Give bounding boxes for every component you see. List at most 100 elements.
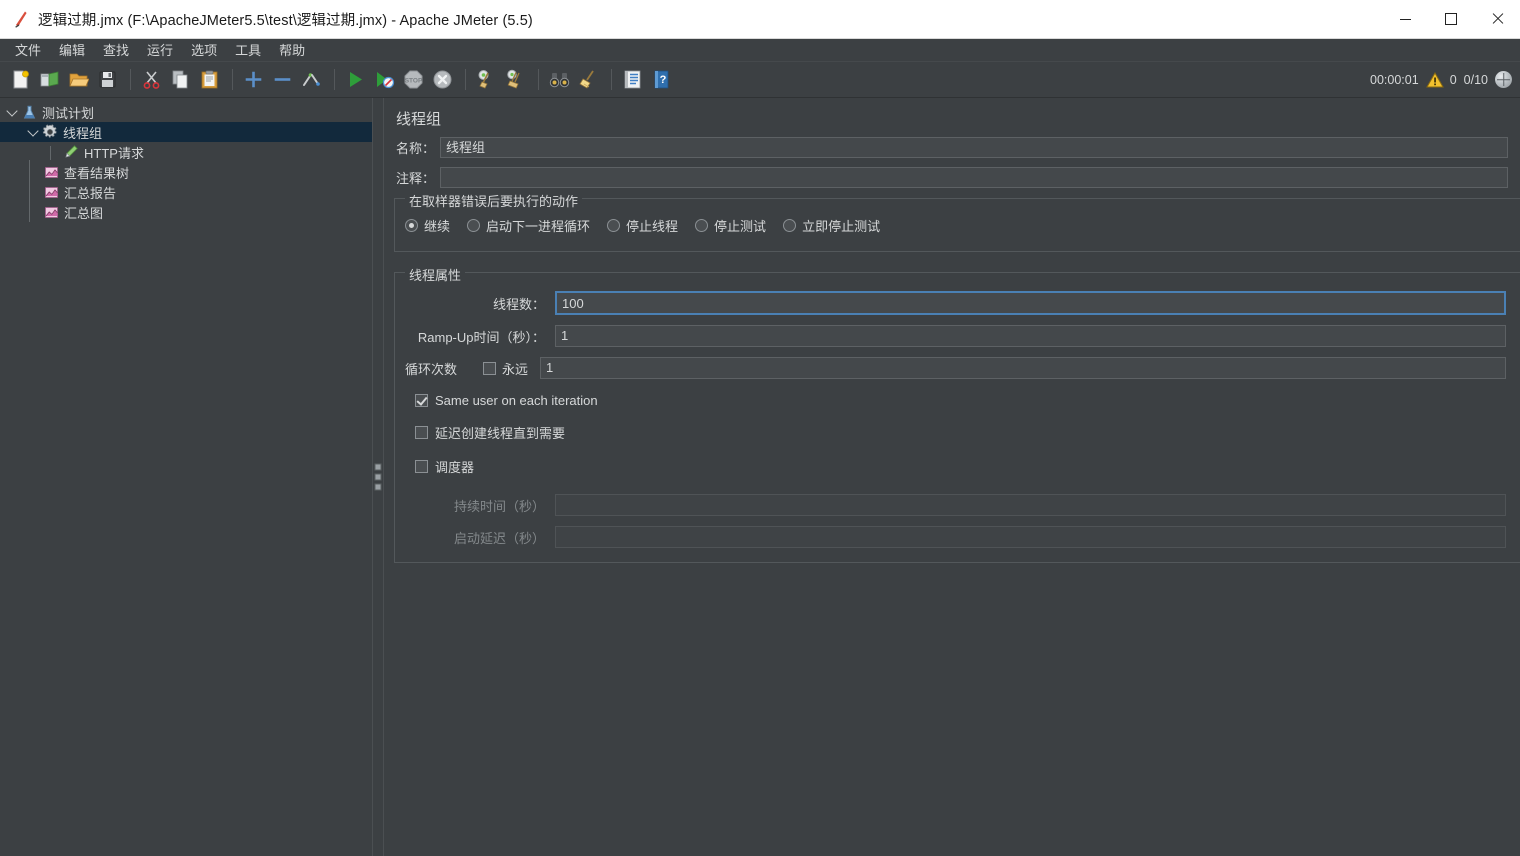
radio-mark <box>783 219 797 232</box>
toggle-enable-icon[interactable] <box>298 66 325 93</box>
comment-input[interactable] <box>440 167 1508 188</box>
tree-node-aggregate-graph[interactable]: 汇总图 <box>0 202 372 222</box>
ramp-up-input[interactable] <box>555 325 1506 347</box>
checkbox-mark <box>483 361 496 375</box>
startup-delay-input <box>555 526 1506 548</box>
scheduler-label: 调度器 <box>435 460 475 475</box>
forever-checkbox[interactable]: 永远 <box>483 359 528 378</box>
thread-count-input[interactable] <box>555 291 1506 315</box>
start-no-pauses-icon[interactable] <box>371 66 398 93</box>
tree-expand-toggle[interactable] <box>4 104 20 120</box>
delayed-start-checkbox[interactable]: 延迟创建线程直到需要 <box>395 423 1520 442</box>
sampler-error-action-title: 在取样器错误后要执行的动作 <box>405 191 583 210</box>
thread-properties-title: 线程属性 <box>405 265 466 284</box>
tree-node-view-results-tree[interactable]: 查看结果树 <box>0 162 372 182</box>
scheduler-checkbox[interactable]: 调度器 <box>395 457 1520 476</box>
close-button[interactable] <box>1474 0 1520 38</box>
reset-search-broom-icon[interactable] <box>575 66 602 93</box>
thread-count-row: 线程数： <box>395 291 1520 315</box>
same-user-label: Same user on each iteration <box>435 393 598 408</box>
tree-node-summary-report[interactable]: 汇总报告 <box>0 182 372 202</box>
listener-chart-icon <box>42 204 60 220</box>
menu-help[interactable]: 帮助 <box>270 38 314 62</box>
checkbox-mark <box>415 394 428 407</box>
function-helper-icon[interactable] <box>619 66 646 93</box>
svg-text:?: ? <box>660 74 667 86</box>
error-count: 0 <box>1449 72 1457 87</box>
clear-broom-icon[interactable] <box>473 66 500 93</box>
stop-icon[interactable]: STOP <box>400 66 427 93</box>
thread-count-label: 线程数： <box>492 296 545 312</box>
search-binoculars-icon[interactable] <box>546 66 573 93</box>
clear-all-broom-icon[interactable] <box>502 66 529 93</box>
open-folder-icon[interactable] <box>65 66 92 93</box>
copy-icon[interactable] <box>167 66 194 93</box>
forever-label: 永远 <box>502 361 529 377</box>
toolbar-status: 00:00:01 0 0/10 <box>1370 71 1520 88</box>
tree-expand-toggle[interactable] <box>25 124 41 140</box>
menu-run[interactable]: 运行 <box>138 38 182 62</box>
thread-group-panel: 线程组 名称： 注释： 在取样器错误后要执行的动作 继续 <box>384 98 1520 856</box>
new-document-icon[interactable] <box>7 66 34 93</box>
radio-label: 继续 <box>424 219 451 234</box>
radio-stop-test-now[interactable]: 立即停止测试 <box>783 216 880 235</box>
same-user-checkbox[interactable]: Same user on each iteration <box>395 393 1520 408</box>
name-input[interactable] <box>440 137 1508 158</box>
tree-node-test-plan[interactable]: 测试计划 <box>0 102 372 122</box>
startup-delay-row: 启动延迟（秒） <box>395 526 1520 548</box>
thread-properties-group: 线程属性 线程数： Ramp-Up时间（秒）： 循环次数 永远 <box>394 265 1520 563</box>
shutdown-icon[interactable] <box>429 66 456 93</box>
radio-stop-thread[interactable]: 停止线程 <box>607 216 678 235</box>
toolbar-separator <box>232 69 233 90</box>
split-divider[interactable] <box>372 98 384 856</box>
checkbox-mark <box>415 426 428 439</box>
listener-chart-icon <box>42 164 60 180</box>
tree-node-thread-group[interactable]: 线程组 <box>0 122 372 142</box>
radio-mark <box>695 219 709 232</box>
split-divider-grip[interactable] <box>374 463 382 491</box>
menu-bar: 文件 编辑 查找 运行 选项 工具 帮助 <box>0 39 1520 62</box>
menu-file[interactable]: 文件 <box>6 38 50 62</box>
radio-label: 启动下一进程循环 <box>486 219 591 234</box>
maximize-button[interactable] <box>1428 0 1474 38</box>
tree-node-label: 汇总报告 <box>64 185 117 201</box>
menu-edit[interactable]: 编辑 <box>50 38 94 62</box>
window-controls <box>1382 0 1520 38</box>
svg-text:STOP: STOP <box>405 78 423 85</box>
expand-plus-icon[interactable] <box>240 66 267 93</box>
thread-group-gear-icon <box>41 124 59 140</box>
toolbar-separator <box>130 69 131 90</box>
title-bar: 逻辑过期.jmx (F:\ApacheJMeter5.5\test\逻辑过期.j… <box>0 0 1520 39</box>
warning-triangle-icon[interactable] <box>1425 72 1444 88</box>
name-row: 名称： <box>394 137 1508 158</box>
tree-node-http-request[interactable]: HTTP请求 <box>0 142 372 162</box>
http-request-pen-icon <box>62 144 80 160</box>
start-play-icon[interactable] <box>342 66 369 93</box>
paste-clipboard-icon[interactable] <box>196 66 223 93</box>
toolbar: STOP ? 00:00:01 0 0/10 <box>0 62 1520 98</box>
radio-start-next-loop[interactable]: 启动下一进程循环 <box>467 216 590 235</box>
toolbar-separator <box>611 69 612 90</box>
save-floppy-icon[interactable] <box>94 66 121 93</box>
help-book-icon[interactable]: ? <box>648 66 675 93</box>
comment-label: 注释： <box>396 171 436 186</box>
radio-mark <box>467 219 481 232</box>
window-title: 逻辑过期.jmx (F:\ApacheJMeter5.5\test\逻辑过期.j… <box>38 12 533 29</box>
loop-count-input[interactable] <box>540 357 1506 379</box>
cut-scissors-icon[interactable] <box>138 66 165 93</box>
radio-continue[interactable]: 继续 <box>405 216 450 235</box>
panel-title: 线程组 <box>396 111 442 128</box>
menu-search[interactable]: 查找 <box>94 38 138 62</box>
menu-tools[interactable]: 工具 <box>226 38 270 62</box>
connection-sphere-icon[interactable] <box>1495 71 1512 88</box>
toolbar-separator <box>465 69 466 90</box>
loop-count-label: 循环次数 <box>405 361 458 377</box>
collapse-minus-icon[interactable] <box>269 66 296 93</box>
minimize-button[interactable] <box>1382 0 1428 38</box>
menu-options[interactable]: 选项 <box>182 38 226 62</box>
toolbar-separator <box>538 69 539 90</box>
radio-stop-test[interactable]: 停止测试 <box>695 216 766 235</box>
templates-icon[interactable] <box>36 66 63 93</box>
radio-mark <box>607 219 621 232</box>
jmeter-feather-icon <box>10 8 32 30</box>
